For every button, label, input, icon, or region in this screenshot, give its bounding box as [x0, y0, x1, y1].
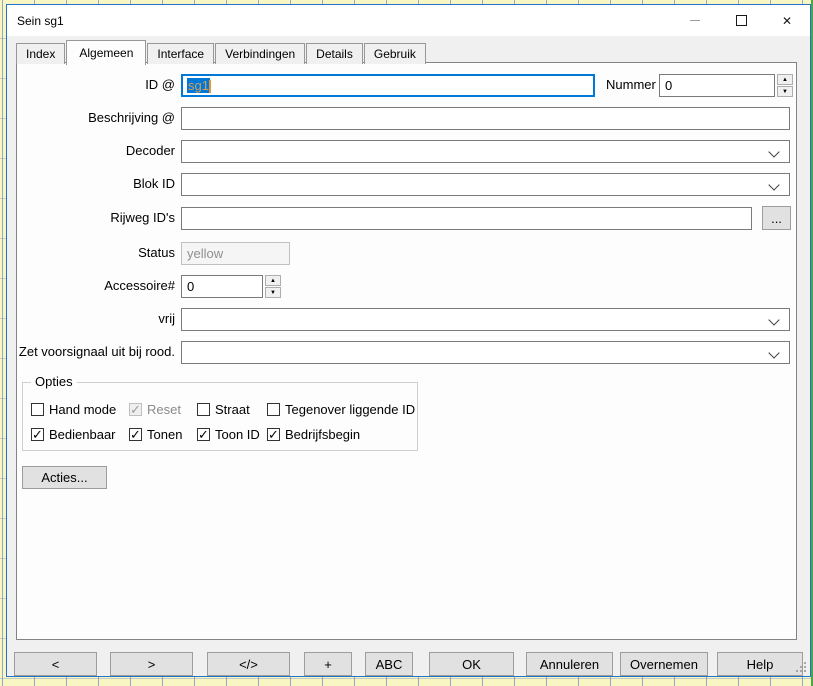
tab-panel-algemeen: ID @ sg1 Nummer 0 ▲ ▼ Beschrijving @ Dec… [16, 62, 797, 640]
maximize-icon [736, 15, 747, 26]
checkbox-icon [129, 428, 142, 441]
chevron-down-icon [768, 347, 779, 358]
checkbox-icon [31, 403, 44, 416]
beschrijving-label: Beschrijving @ [17, 110, 175, 125]
id-label: ID @ [17, 77, 175, 92]
checkbox-icon [197, 428, 210, 441]
checkbox-label: Hand mode [49, 402, 116, 417]
maximize-button[interactable] [718, 5, 764, 36]
checkbox-icon [197, 403, 210, 416]
nummer-input[interactable]: 0 [659, 74, 775, 97]
add-button[interactable]: + [304, 652, 352, 676]
blok-id-select[interactable] [181, 173, 790, 196]
status-input: yellow [181, 242, 290, 265]
checkbox-icon [267, 428, 280, 441]
nummer-spin-down-icon[interactable]: ▼ [777, 86, 793, 97]
rijweg-ids-input[interactable] [181, 207, 752, 230]
close-icon: ✕ [782, 15, 792, 27]
chevron-down-icon [768, 146, 779, 157]
annuleren-button[interactable]: Annuleren [526, 652, 613, 676]
window-controls: ✕ [672, 5, 810, 36]
checkbox-icon [129, 403, 142, 416]
checkbox-bedrijfsbegin[interactable]: Bedrijfsbegin [267, 427, 360, 442]
accessoire-input[interactable]: 0 [181, 275, 263, 298]
close-button[interactable]: ✕ [764, 5, 810, 36]
next-button[interactable]: > [110, 652, 193, 676]
nummer-spin-up-icon[interactable]: ▲ [777, 74, 793, 85]
tab-details[interactable]: Details [306, 43, 363, 64]
checkbox-icon [267, 403, 280, 416]
prev-button[interactable]: < [14, 652, 97, 676]
rijweg-browse-button[interactable]: ... [762, 206, 791, 230]
checkbox-label: Bedrijfsbegin [285, 427, 360, 442]
tab-gebruik[interactable]: Gebruik [364, 43, 426, 64]
acties-button[interactable]: Acties... [22, 466, 107, 489]
nummer-spinner: ▲ ▼ [777, 74, 793, 97]
abc-button[interactable]: ABC [365, 652, 413, 676]
checkbox-label: Tegenover liggende ID [285, 402, 415, 417]
opties-group-title: Opties [31, 374, 77, 389]
status-label: Status [17, 245, 175, 260]
titlebar[interactable]: Sein sg1 ✕ [7, 5, 810, 36]
minimize-button [672, 5, 718, 36]
beschrijving-input[interactable] [181, 107, 790, 130]
checkbox-hand-mode[interactable]: Hand mode [31, 402, 116, 417]
checkbox-label: Tonen [147, 427, 182, 442]
id-selected-text: sg1 [187, 78, 210, 93]
window-title: Sein sg1 [17, 14, 64, 28]
tab-verbindingen[interactable]: Verbindingen [215, 43, 305, 64]
ok-button[interactable]: OK [429, 652, 514, 676]
accessoire-spinner: ▲ ▼ [265, 275, 281, 298]
checkbox-label: Toon ID [215, 427, 260, 442]
accessoire-spin-down-icon[interactable]: ▼ [265, 287, 281, 298]
chevron-down-icon [768, 179, 779, 190]
accessoire-spin-up-icon[interactable]: ▲ [265, 275, 281, 286]
opties-groupbox: Opties Hand mode Reset Straat Tegenover … [22, 382, 418, 451]
checkbox-toon-id[interactable]: Toon ID [197, 427, 260, 442]
dialog-sein: Sein sg1 ✕ Index Algemeen Interface Verb… [6, 4, 811, 677]
voorsignaal-select[interactable] [181, 341, 790, 364]
checkbox-bedienbaar[interactable]: Bedienbaar [31, 427, 116, 442]
accessoire-label: Accessoire# [17, 278, 175, 293]
decoder-select[interactable] [181, 140, 790, 163]
vrij-select[interactable] [181, 308, 790, 331]
checkbox-icon [31, 428, 44, 441]
checkbox-label: Straat [215, 402, 250, 417]
tabstrip: Index Algemeen Interface Verbindingen De… [16, 40, 427, 64]
tab-index[interactable]: Index [16, 43, 65, 64]
checkbox-tonen[interactable]: Tonen [129, 427, 182, 442]
help-button[interactable]: Help [717, 652, 803, 676]
minimize-icon [690, 20, 700, 21]
tab-algemeen[interactable]: Algemeen [66, 40, 146, 65]
tab-interface[interactable]: Interface [147, 43, 214, 64]
decoder-label: Decoder [17, 143, 175, 158]
overnemen-button[interactable]: Overnemen [620, 652, 708, 676]
checkbox-tegenover-liggende-id[interactable]: Tegenover liggende ID [267, 402, 415, 417]
chevron-down-icon [768, 314, 779, 325]
resize-grip[interactable] [804, 670, 806, 672]
code-button[interactable]: </> [207, 652, 290, 676]
id-input[interactable]: sg1 [181, 74, 595, 97]
nummer-label: Nummer [606, 77, 656, 92]
checkbox-label: Reset [147, 402, 181, 417]
vrij-label: vrij [17, 311, 175, 326]
voorsignaal-label: Zet voorsignaal uit bij rood. [17, 344, 175, 359]
text-caret [209, 80, 211, 93]
checkbox-label: Bedienbaar [49, 427, 116, 442]
blok-id-label: Blok ID [17, 176, 175, 191]
checkbox-straat[interactable]: Straat [197, 402, 250, 417]
rijweg-ids-label: Rijweg ID's [17, 210, 175, 225]
checkbox-reset: Reset [129, 402, 181, 417]
